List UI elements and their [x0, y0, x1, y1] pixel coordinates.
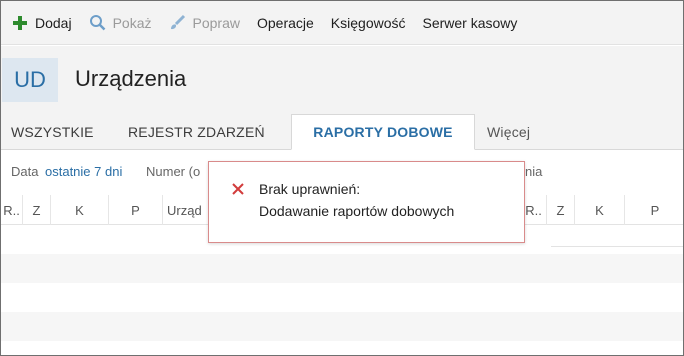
- column-header[interactable]: Z: [23, 195, 51, 225]
- column-header[interactable]: Urząd: [163, 195, 208, 225]
- add-button[interactable]: Dodaj: [11, 14, 72, 32]
- cash-server-label: Serwer kasowy: [422, 14, 518, 31]
- error-message: Dodawanie raportów dobowych: [259, 203, 455, 219]
- plus-icon: [11, 14, 29, 32]
- tab-event-log[interactable]: REJESTR ZDARZEŃ: [128, 114, 265, 150]
- page-header: UD Urządzenia: [1, 46, 683, 114]
- operations-menu[interactable]: Operacje: [257, 15, 314, 31]
- error-title: Brak uprawnień:: [259, 181, 361, 197]
- column-header[interactable]: K: [51, 195, 109, 225]
- table-row[interactable]: [1, 283, 683, 312]
- error-popup: Brak uprawnień: Dodawanie raportów dobow…: [208, 161, 525, 243]
- edit-label: Popraw: [192, 14, 240, 31]
- show-label: Pokaż: [112, 14, 152, 31]
- module-badge: UD: [2, 58, 58, 102]
- show-button[interactable]: Pokaż: [89, 14, 152, 32]
- cash-server-menu[interactable]: Serwer kasowy: [423, 15, 518, 31]
- tab-all[interactable]: WSZYSTKIE: [11, 114, 94, 150]
- operations-label: Operacje: [256, 14, 314, 31]
- app-window: Dodaj Pokaż Popraw Operacje Księgowość S…: [0, 0, 684, 356]
- tab-daily-reports[interactable]: RAPORTY DOBOWE: [291, 114, 475, 150]
- column-header[interactable]: K: [575, 195, 625, 225]
- table-row[interactable]: [1, 254, 683, 283]
- grid-divider: [551, 225, 683, 247]
- column-header[interactable]: P: [109, 195, 163, 225]
- accounting-label: Księgowość: [330, 14, 406, 31]
- close-x-icon[interactable]: [231, 182, 245, 196]
- date-filter-value[interactable]: ostatnie 7 dni: [45, 164, 122, 179]
- column-header[interactable]: Z: [547, 195, 575, 225]
- column-header[interactable]: P: [625, 195, 683, 225]
- filter-partial-label[interactable]: nia: [525, 164, 542, 179]
- number-filter-label[interactable]: Numer (o: [146, 164, 200, 179]
- table-row[interactable]: [1, 312, 683, 341]
- tab-more[interactable]: Więcej: [487, 114, 530, 150]
- page-title: Urządzenia: [75, 66, 187, 91]
- accounting-menu[interactable]: Księgowość: [331, 15, 406, 31]
- date-filter-label: Data: [11, 164, 39, 179]
- magnifier-icon: [89, 14, 107, 32]
- column-header[interactable]: R..: [1, 195, 23, 225]
- add-label: Dodaj: [35, 14, 72, 31]
- brush-icon: [169, 14, 187, 32]
- tab-bar: WSZYSTKIE REJESTR ZDARZEŃ RAPORTY DOBOWE…: [1, 114, 683, 150]
- table-row[interactable]: [1, 341, 683, 355]
- edit-button[interactable]: Popraw: [169, 14, 240, 32]
- toolbar: Dodaj Pokaż Popraw Operacje Księgowość S…: [1, 1, 683, 45]
